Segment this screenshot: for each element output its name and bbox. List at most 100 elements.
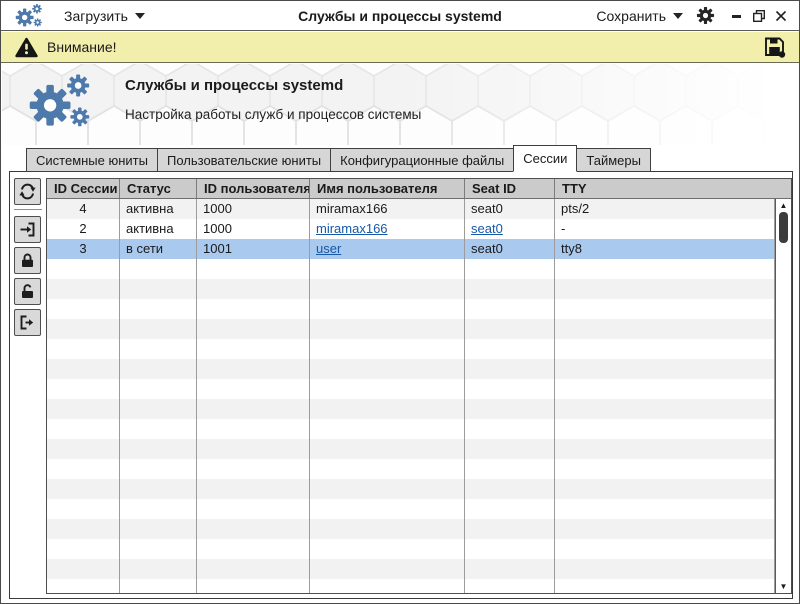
scroll-up-button[interactable]: ▲ — [777, 199, 790, 211]
table-cell — [555, 439, 775, 459]
table-cell — [465, 299, 555, 319]
table-cell — [120, 379, 197, 399]
settings-button[interactable] — [693, 4, 717, 28]
table-cell — [465, 519, 555, 539]
column-header[interactable]: ID Сессии — [47, 179, 120, 198]
table-cell — [120, 299, 197, 319]
table-cell — [197, 559, 310, 579]
table-cell — [310, 519, 465, 539]
table-cell — [47, 479, 120, 499]
maximize-button[interactable] — [749, 6, 769, 26]
table-cell — [555, 479, 775, 499]
table-cell — [555, 339, 775, 359]
table-cell — [120, 259, 197, 279]
save-menu-label: Сохранить — [596, 8, 666, 24]
cell-link[interactable]: user — [316, 241, 341, 256]
table-cell: miramax166 — [310, 199, 465, 219]
table-cell — [310, 299, 465, 319]
cell-link[interactable]: miramax166 — [316, 221, 388, 236]
table-cell — [197, 579, 310, 593]
app-window: Загрузить Службы и процессы systemd Сохр… — [0, 0, 800, 604]
column-header[interactable]: ID пользователя — [197, 179, 310, 198]
refresh-icon — [19, 183, 36, 200]
table-empty-row — [47, 459, 775, 479]
table-cell — [465, 439, 555, 459]
column-header[interactable]: Статус — [120, 179, 197, 198]
tab-item[interactable]: Таймеры — [576, 148, 651, 172]
minimize-button[interactable] — [727, 6, 747, 26]
refresh-button[interactable] — [14, 178, 41, 205]
column-header[interactable]: TTY — [555, 179, 791, 198]
lock-button[interactable] — [14, 247, 41, 274]
table-cell — [465, 499, 555, 519]
table-cell: - — [555, 219, 775, 239]
warning-text: Внимание! — [47, 39, 117, 55]
table-cell — [555, 319, 775, 339]
table-row[interactable]: 3в сети1001userseat0tty8 — [47, 239, 775, 259]
minimize-icon — [730, 9, 744, 23]
save-menu-button[interactable]: Сохранить — [590, 4, 689, 28]
close-button[interactable] — [771, 6, 791, 26]
cell-link[interactable]: seat0 — [471, 221, 503, 236]
table-cell — [197, 439, 310, 459]
table-cell — [47, 459, 120, 479]
scrollbar-thumb[interactable] — [779, 212, 788, 243]
table-cell: pts/2 — [555, 199, 775, 219]
table-cell — [465, 259, 555, 279]
column-header[interactable]: Seat ID — [465, 179, 555, 198]
tab-item[interactable]: Системные юниты — [26, 148, 158, 172]
table-row[interactable]: 4активна1000miramax166seat0pts/2 — [47, 199, 775, 219]
table-cell — [555, 299, 775, 319]
table-cell: 3 — [47, 239, 120, 259]
table-cell — [120, 339, 197, 359]
sign-out-button[interactable] — [14, 309, 41, 336]
table-cell — [197, 299, 310, 319]
table-empty-row — [47, 519, 775, 539]
table-cell — [47, 399, 120, 419]
table-cell — [555, 519, 775, 539]
table-cell — [310, 439, 465, 459]
banner-subtitle: Настройка работы служб и процессов систе… — [125, 107, 421, 122]
gear-icon — [696, 6, 715, 25]
table-cell — [47, 499, 120, 519]
save-file-icon[interactable] — [763, 35, 787, 59]
table-cell: в сети — [120, 239, 197, 259]
load-menu-button[interactable]: Загрузить — [58, 4, 151, 28]
chevron-down-icon — [135, 13, 145, 19]
table-cell — [465, 479, 555, 499]
table-empty-row — [47, 299, 775, 319]
table-cell — [47, 319, 120, 339]
table-cell — [555, 279, 775, 299]
toolbar-separator — [14, 209, 42, 211]
table-cell — [310, 559, 465, 579]
sign-in-button[interactable] — [14, 216, 41, 243]
table-cell — [555, 379, 775, 399]
tab-item[interactable]: Пользовательские юниты — [157, 148, 331, 172]
table-cell — [47, 359, 120, 379]
tab-item[interactable]: Конфигурационные файлы — [330, 148, 514, 172]
table-cell: активна — [120, 199, 197, 219]
table-cell: 2 — [47, 219, 120, 239]
table-cell — [120, 559, 197, 579]
table-cell — [555, 459, 775, 479]
unlock-button[interactable] — [14, 278, 41, 305]
table-empty-row — [47, 339, 775, 359]
column-header[interactable]: Имя пользователя — [310, 179, 465, 198]
table-scrollbar[interactable]: ▲ ▼ — [775, 199, 791, 593]
table-cell — [120, 499, 197, 519]
table-cell — [555, 419, 775, 439]
table-row[interactable]: 2активна1000miramax166seat0- — [47, 219, 775, 239]
table-cell — [197, 479, 310, 499]
table-cell: seat0 — [465, 219, 555, 239]
tab-item[interactable]: Сессии — [513, 145, 577, 172]
scroll-down-button[interactable]: ▼ — [777, 580, 790, 592]
table-cell — [310, 359, 465, 379]
tab-bar: Системные юнитыПользовательские юнитыКон… — [1, 145, 799, 172]
app-banner: Службы и процессы systemd Настройка рабо… — [2, 64, 800, 145]
table-cell — [555, 399, 775, 419]
table-cell — [47, 259, 120, 279]
table-cell — [465, 359, 555, 379]
table-empty-row — [47, 399, 775, 419]
table-cell — [197, 459, 310, 479]
table-empty-row — [47, 279, 775, 299]
